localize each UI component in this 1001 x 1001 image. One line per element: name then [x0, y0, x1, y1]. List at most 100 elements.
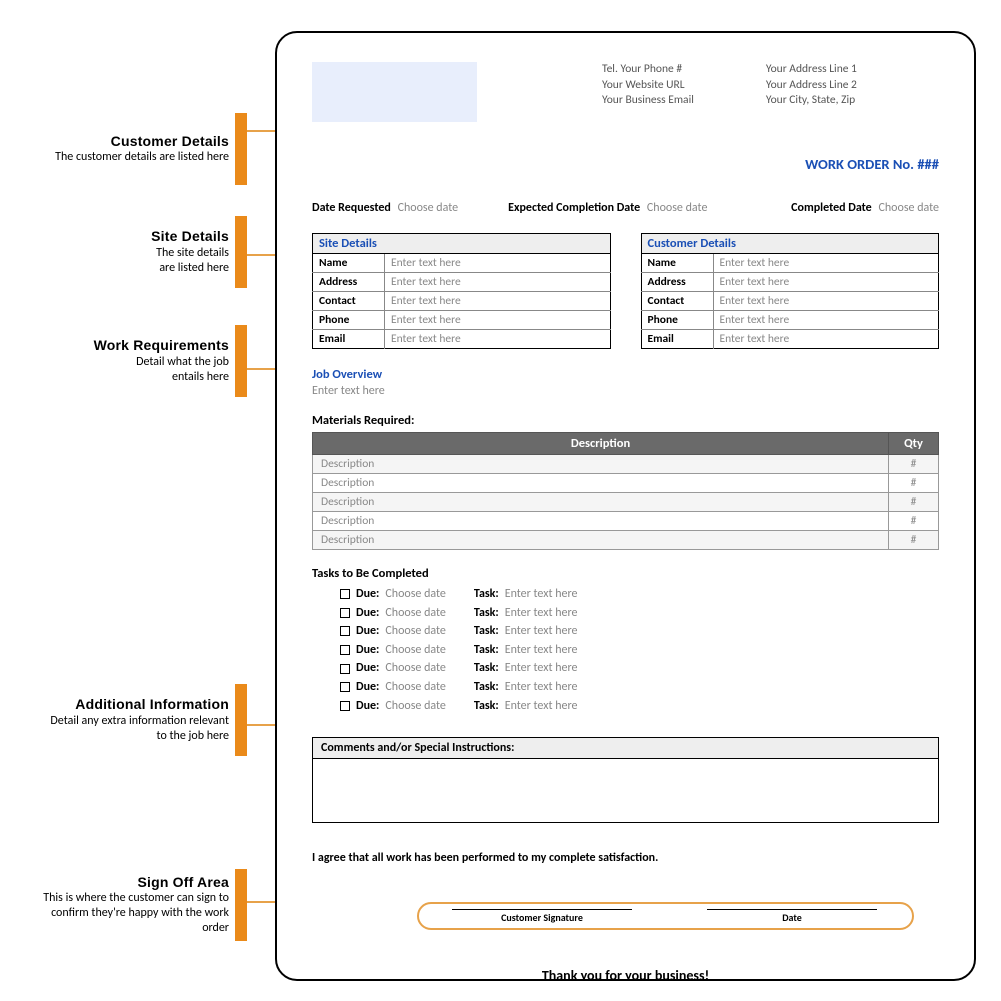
materials-table: Description Qty Description#Description#… — [312, 432, 939, 550]
anno-desc: order — [18, 921, 229, 936]
task-checkbox[interactable] — [340, 608, 350, 618]
customer-field[interactable]: Enter text here — [713, 292, 939, 311]
job-overview: Job Overview Enter text here — [312, 367, 939, 398]
site-key: Name — [313, 254, 385, 273]
expected-completion-field[interactable]: Choose date — [647, 201, 708, 215]
materials-desc-header: Description — [313, 433, 889, 455]
material-qty-field[interactable]: # — [889, 493, 939, 512]
tasks-list: Due: Choose date Task: Enter text here Due: C… — [340, 585, 939, 715]
customer-details-header: Customer Details — [641, 234, 939, 254]
header-contact: Tel. Your Phone # Your Website URL Your … — [602, 62, 694, 122]
material-desc-field[interactable]: Description — [313, 474, 889, 493]
job-overview-field[interactable]: Enter text here — [312, 384, 939, 398]
task-label: Task: — [474, 659, 499, 678]
task-label: Task: — [474, 622, 499, 641]
task-label: Task: — [474, 585, 499, 604]
customer-key: Name — [641, 254, 713, 273]
site-field[interactable]: Enter text here — [385, 330, 611, 349]
task-due-field[interactable]: Choose date — [385, 697, 446, 716]
table-row: Description# — [313, 531, 939, 550]
customer-details-table: Customer Details NameEnter text hereAddr… — [641, 233, 940, 349]
task-checkbox[interactable] — [340, 664, 350, 674]
completed-date-label: Completed Date — [791, 201, 872, 215]
customer-key: Phone — [641, 311, 713, 330]
task-field[interactable]: Enter text here — [505, 678, 578, 697]
customer-signature-label: Customer Signature — [452, 911, 632, 924]
expected-completion-label: Expected Completion Date — [508, 201, 640, 215]
comments-header: Comments and/or Special Instructions: — [312, 737, 939, 759]
customer-signature-line[interactable] — [452, 909, 632, 910]
task-field[interactable]: Enter text here — [505, 659, 578, 678]
task-field[interactable]: Enter text here — [505, 697, 578, 716]
task-label: Task: — [474, 641, 499, 660]
table-row: Description# — [313, 474, 939, 493]
material-desc-field[interactable]: Description — [313, 455, 889, 474]
task-due-label: Due: — [356, 622, 379, 641]
table-row: EmailEnter text here — [313, 330, 611, 349]
task-due-field[interactable]: Choose date — [385, 604, 446, 623]
task-checkbox[interactable] — [340, 626, 350, 636]
task-row: Due: Choose date Task: Enter text here — [340, 697, 939, 716]
header-tel: Tel. Your Phone # — [602, 62, 694, 78]
customer-key: Email — [641, 330, 713, 349]
date-requested-field[interactable]: Choose date — [398, 201, 459, 215]
task-field[interactable]: Enter text here — [505, 622, 578, 641]
table-row: NameEnter text here — [641, 254, 939, 273]
task-checkbox[interactable] — [340, 701, 350, 711]
material-qty-field[interactable]: # — [889, 455, 939, 474]
task-checkbox[interactable] — [340, 645, 350, 655]
task-row: Due: Choose date Task: Enter text here — [340, 622, 939, 641]
table-row: Description# — [313, 455, 939, 474]
completed-date-field[interactable]: Choose date — [878, 201, 939, 215]
customer-field[interactable]: Enter text here — [713, 254, 939, 273]
anno-desc: The site details — [46, 246, 229, 261]
site-field[interactable]: Enter text here — [385, 273, 611, 292]
anno-additional-info: Additional Information Detail any extra … — [18, 684, 247, 756]
task-checkbox[interactable] — [340, 682, 350, 692]
material-qty-field[interactable]: # — [889, 474, 939, 493]
task-label: Task: — [474, 697, 499, 716]
material-desc-field[interactable]: Description — [313, 531, 889, 550]
material-desc-field[interactable]: Description — [313, 493, 889, 512]
task-due-label: Due: — [356, 697, 379, 716]
anno-desc: confirm they're happy with the work — [18, 906, 229, 921]
task-field[interactable]: Enter text here — [505, 641, 578, 660]
material-qty-field[interactable]: # — [889, 531, 939, 550]
task-due-field[interactable]: Choose date — [385, 585, 446, 604]
task-due-field[interactable]: Choose date — [385, 622, 446, 641]
agreement-text: I agree that all work has been performed… — [312, 851, 939, 865]
material-desc-field[interactable]: Description — [313, 512, 889, 531]
task-field[interactable]: Enter text here — [505, 585, 578, 604]
task-due-field[interactable]: Choose date — [385, 641, 446, 660]
customer-field[interactable]: Enter text here — [713, 273, 939, 292]
task-row: Due:Choose dateTask:Enter text here — [340, 659, 939, 678]
comments-field[interactable] — [312, 759, 939, 823]
anno-title: Work Requirements — [46, 337, 229, 355]
anno-bar — [235, 325, 247, 397]
task-due-field[interactable]: Choose date — [385, 659, 446, 678]
anno-desc: Detail any extra information relevant — [18, 714, 229, 729]
customer-key: Address — [641, 273, 713, 292]
site-details-table: Site Details NameEnter text hereAddressE… — [312, 233, 611, 349]
site-field[interactable]: Enter text here — [385, 254, 611, 273]
task-label: Task: — [474, 678, 499, 697]
site-key: Address — [313, 273, 385, 292]
anno-desc: are listed here — [46, 261, 229, 276]
site-field[interactable]: Enter text here — [385, 311, 611, 330]
material-qty-field[interactable]: # — [889, 512, 939, 531]
task-checkbox[interactable] — [340, 589, 350, 599]
task-field[interactable]: Enter text here — [505, 604, 578, 623]
anno-sign-off: Sign Off Area This is where the customer… — [18, 869, 247, 941]
customer-field[interactable]: Enter text here — [713, 330, 939, 349]
task-due-field[interactable]: Choose date — [385, 678, 446, 697]
site-field[interactable]: Enter text here — [385, 292, 611, 311]
anno-bar — [235, 216, 247, 288]
date-signature-line[interactable] — [707, 909, 877, 910]
customer-field[interactable]: Enter text here — [713, 311, 939, 330]
header-email: Your Business Email — [602, 93, 694, 109]
table-row: EmailEnter text here — [641, 330, 939, 349]
table-row: Description# — [313, 493, 939, 512]
table-row: NameEnter text here — [313, 254, 611, 273]
table-row: PhoneEnter text here — [313, 311, 611, 330]
anno-title: Additional Information — [18, 696, 229, 714]
